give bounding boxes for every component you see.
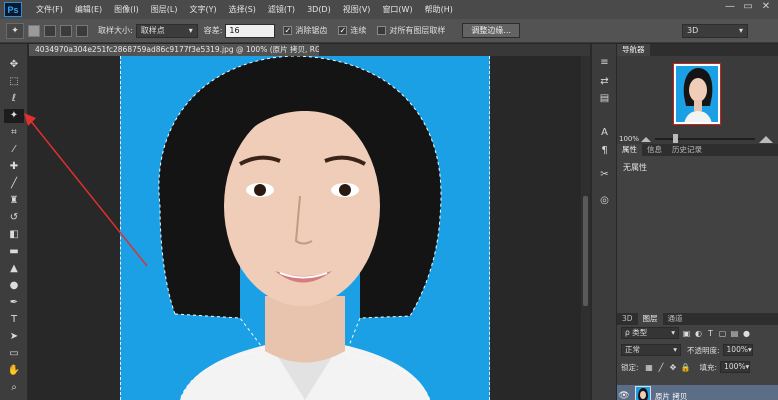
chevron-down-icon: ▾	[671, 328, 675, 337]
tab-navigator[interactable]: 导航器	[617, 44, 650, 56]
right-panels: 导航器 100% 属性 信息 历史记录 无属性 3D 图层 通道 ρ 类型 ▾ …	[617, 44, 778, 400]
zoom-tool-icon[interactable]: ⌕	[4, 381, 24, 395]
layer-kind-value: ρ 类型	[625, 328, 648, 337]
layers-panel: ρ 类型 ▾ ▣ ◐ T ▢ ▤ ● 正常 ▾ 不透明度: 100% ▾ 锁定: ▦ …	[617, 325, 778, 400]
navigator-thumbnail	[673, 63, 721, 125]
navigator-tabs: 导航器	[617, 44, 778, 56]
menu-window[interactable]: 窗口(W)	[376, 0, 418, 19]
zoom-in-icon[interactable]	[759, 135, 773, 143]
menu-select[interactable]: 选择(S)	[223, 0, 262, 19]
blend-mode-value: 正常	[625, 345, 640, 354]
zoom-out-icon[interactable]	[641, 136, 651, 142]
paragraph-icon[interactable]: ¶	[597, 144, 612, 158]
menu-view[interactable]: 视图(V)	[337, 0, 377, 19]
layer-kind-select[interactable]: ρ 类型 ▾	[621, 327, 679, 339]
workspace-select[interactable]: 3D ▾	[682, 24, 748, 38]
antialias-checkbox[interactable]: ✓	[283, 26, 293, 35]
tolerance-input[interactable]: 16	[225, 23, 276, 38]
navigator-preview[interactable]	[617, 56, 778, 134]
tools-icon[interactable]: ✂	[597, 168, 612, 182]
path-selection-tool-icon[interactable]: ➤	[4, 330, 24, 344]
tab-strip	[319, 44, 590, 56]
menu-filter[interactable]: 滤镜(T)	[262, 0, 301, 19]
lock-transparent-icon[interactable]: ▦	[645, 363, 654, 372]
chevron-down-icon: ▾	[673, 345, 677, 354]
antialias-label: 消除锯齿	[295, 26, 328, 35]
restore-button[interactable]: ▭	[740, 2, 756, 14]
tab-properties[interactable]: 属性	[617, 144, 642, 156]
swatches-icon[interactable]: ▤	[597, 92, 612, 106]
filter-toggle-icon[interactable]: ●	[742, 329, 751, 338]
opacity-label: 不透明度:	[687, 345, 720, 355]
menu-help[interactable]: 帮助(H)	[419, 0, 459, 19]
chevron-down-icon: ▾	[738, 26, 743, 35]
fill-label: 填充:	[699, 362, 718, 372]
close-button[interactable]: ✕	[758, 2, 774, 14]
layer-filter-row: ρ 类型 ▾ ▣ ◐ T ▢ ▤ ●	[621, 327, 751, 339]
zoom-value[interactable]: 100%	[619, 135, 639, 143]
panel-icon-column: ≡ ⇄ ▤ A ¶ ✂ ◎	[591, 44, 616, 400]
all-layers-label: 对所有图层取样	[389, 26, 446, 35]
chevron-down-icon: ▾	[745, 362, 750, 371]
pixel-filter-icon[interactable]: ▣	[682, 329, 691, 338]
lock-all-icon[interactable]: 🔒	[681, 363, 691, 372]
scrollbar-thumb[interactable]	[583, 196, 588, 306]
canvas-area[interactable]	[24, 56, 590, 400]
adjustment-filter-icon[interactable]: ◐	[694, 329, 703, 338]
tolerance-label: 容差:	[203, 26, 223, 35]
no-properties-text: 无属性	[623, 163, 647, 172]
tab-channels[interactable]: 通道	[663, 313, 688, 325]
tab-layers[interactable]: 图层	[637, 313, 663, 325]
blend-mode-select[interactable]: 正常 ▾	[621, 344, 681, 356]
character-icon[interactable]: A	[597, 126, 612, 140]
brush-preset-icon[interactable]: ≡	[597, 56, 612, 70]
menu-3d[interactable]: 3D(D)	[301, 0, 337, 19]
lock-position-icon[interactable]: ✥	[669, 363, 678, 372]
type-tool-icon[interactable]: T	[4, 313, 24, 327]
zoom-slider-knob[interactable]	[673, 134, 678, 143]
layers-tabs: 3D 图层 通道	[617, 313, 778, 325]
lock-image-icon[interactable]: ╱	[657, 363, 666, 372]
navigator-zoom-row: 100%	[617, 134, 778, 144]
vertical-scrollbar[interactable]	[581, 56, 590, 400]
refine-edge-button[interactable]: 调整边缘...	[462, 23, 521, 38]
3d-icon[interactable]: ◎	[597, 194, 612, 208]
contiguous-checkbox[interactable]: ✓	[338, 26, 348, 35]
rectangle-tool-icon[interactable]: ▭	[4, 347, 24, 361]
window-controls: — ▭ ✕	[722, 2, 774, 14]
fill-input[interactable]: 100% ▾	[720, 361, 751, 373]
layer-thumbnail	[635, 386, 651, 400]
chevron-down-icon: ▾	[747, 345, 752, 354]
lock-row: 锁定: ▦ ╱ ✥ 🔒 填充: 100% ▾	[621, 361, 751, 373]
blend-row: 正常 ▾ 不透明度: 100% ▾	[621, 344, 753, 356]
opacity-value: 100%	[726, 345, 748, 354]
smart-object-filter-icon[interactable]: ▤	[730, 329, 739, 338]
hand-tool-icon[interactable]: ✋	[4, 364, 24, 378]
fill-value: 100%	[724, 362, 746, 371]
layer-row[interactable]: 👁 原片 拷贝	[617, 385, 778, 400]
tab-info[interactable]: 信息	[642, 144, 667, 156]
adjustments-icon[interactable]: ⇄	[597, 75, 612, 89]
tab-3d[interactable]: 3D	[617, 313, 638, 325]
properties-tabs: 属性 信息 历史记录	[617, 144, 778, 156]
minimize-button[interactable]: —	[722, 2, 738, 14]
type-filter-icon[interactable]: T	[706, 329, 715, 338]
layer-name: 原片 拷贝	[655, 391, 688, 400]
visibility-eye-icon[interactable]: 👁	[617, 391, 631, 400]
shape-filter-icon[interactable]: ▢	[718, 329, 727, 338]
workspace-value: 3D	[687, 26, 699, 35]
lock-label: 锁定:	[621, 362, 639, 372]
contiguous-label: 连续	[350, 26, 367, 35]
all-layers-checkbox[interactable]	[377, 26, 387, 35]
opacity-input[interactable]: 100% ▾	[722, 344, 753, 356]
annotation-arrow-icon	[24, 113, 148, 267]
zoom-slider[interactable]	[655, 134, 755, 143]
tab-history[interactable]: 历史记录	[667, 144, 707, 156]
